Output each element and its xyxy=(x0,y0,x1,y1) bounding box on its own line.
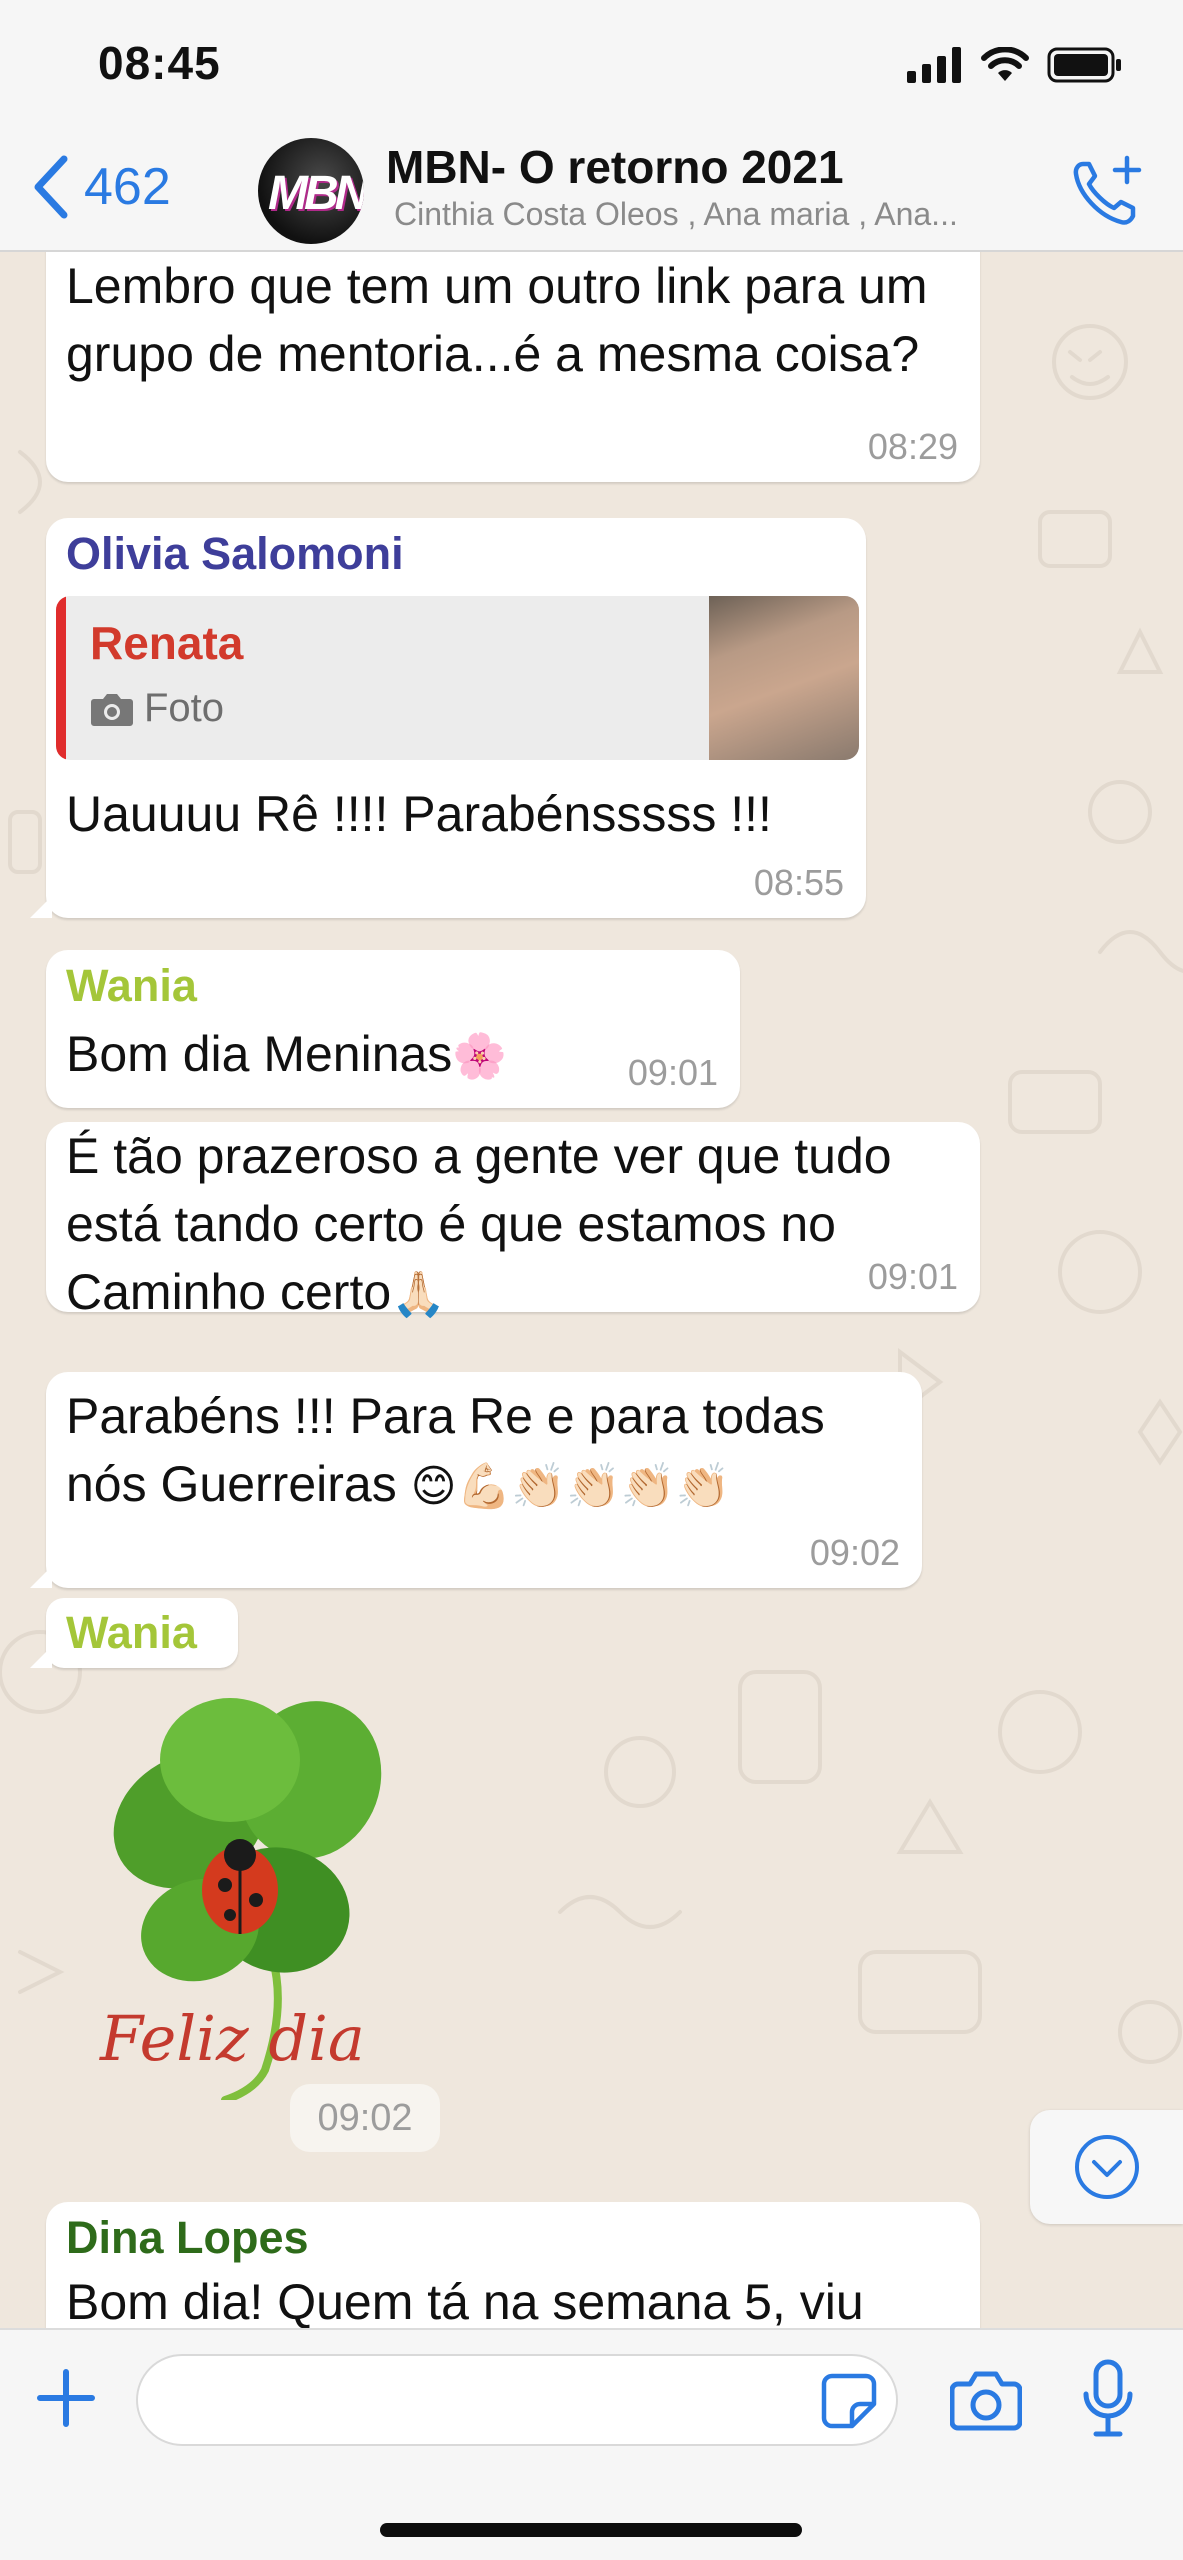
clock: 08:45 xyxy=(98,37,221,89)
unread-count: 462 xyxy=(84,158,171,216)
message-line: está tando certo é que estamos no xyxy=(66,1196,836,1252)
message-text-content: Bom dia Meninas xyxy=(66,1026,453,1082)
avatar-logo-text: MBN xyxy=(268,167,364,220)
praying-hands-emoji: 🙏🏻 xyxy=(391,1269,446,1320)
message-text: Parabéns !!! Para Re e para todas nós Gu… xyxy=(66,1382,825,1521)
message-time: 08:29 xyxy=(867,426,958,467)
message-line: nós Guerreiras xyxy=(66,1456,411,1512)
message-line: É tão prazeroso a gente ver que tudo xyxy=(66,1128,892,1184)
plus-icon[interactable] xyxy=(34,2366,98,2430)
back-button[interactable]: 462 xyxy=(30,152,171,222)
sticker-icon[interactable] xyxy=(818,2370,880,2432)
message-bubble[interactable]: Dina Lopes Bom dia! Quem tá na semana 5,… xyxy=(46,2202,980,2328)
message-line: Caminho certo xyxy=(66,1264,392,1320)
message-text: Lembro que tem um outro link para um gru… xyxy=(66,258,928,382)
message-text: Bom dia! Quem tá na semana 5, viu xyxy=(66,2274,864,2328)
quoted-type: Foto xyxy=(90,686,224,731)
microphone-icon[interactable] xyxy=(1080,2358,1136,2438)
composer-bar xyxy=(0,2328,1183,2560)
message-bubble[interactable]: Wania Bom dia Meninas🌸 09:01 xyxy=(46,950,740,1108)
cellular-signal-icon xyxy=(907,47,961,83)
message-time: 09:01 xyxy=(627,1052,718,1093)
message-list[interactable]: Lembro que tem um outro link para um gru… xyxy=(0,252,1183,2328)
status-icons xyxy=(907,40,1123,90)
group-avatar[interactable]: MBN xyxy=(258,138,364,244)
smile-clap-emoji-sequence: 😊💪🏻👏🏻👏🏻👏🏻👏🏻 xyxy=(410,1461,731,1512)
message-line: Parabéns !!! Para Re e para todas xyxy=(66,1388,825,1444)
camera-icon[interactable] xyxy=(950,2368,1022,2432)
message-time: 09:01 xyxy=(867,1256,958,1297)
chat-participants[interactable]: Cinthia Costa Oleos , Ana maria , Ana... xyxy=(394,196,958,233)
add-call-icon[interactable] xyxy=(1069,154,1145,230)
sticker-time: 09:02 xyxy=(290,2084,440,2152)
message-input[interactable] xyxy=(136,2354,898,2446)
home-indicator[interactable] xyxy=(380,2523,802,2537)
sender-name[interactable]: Wania xyxy=(66,956,197,1016)
bubble-tail xyxy=(30,896,52,918)
status-bar: 08:45 xyxy=(0,0,1183,130)
message-text: Bom dia Meninas🌸 xyxy=(66,1020,507,1091)
four-leaf-clover-sticker[interactable]: Feliz dia xyxy=(80,1680,410,2100)
quoted-sender-name: Renata xyxy=(90,617,244,669)
message-time: 09:02 xyxy=(809,1532,900,1573)
chat-header: 462 MBN MBN- O retorno 2021 Cinthia Cost… xyxy=(0,130,1183,252)
quoted-message[interactable]: Renata Foto xyxy=(56,596,859,760)
sender-name[interactable]: Dina Lopes xyxy=(66,2208,309,2268)
chevron-left-icon xyxy=(34,155,68,219)
wifi-icon xyxy=(981,47,1029,81)
message-time: 08:55 xyxy=(753,862,844,903)
quoted-photo-thumbnail xyxy=(709,596,859,760)
quote-accent-bar xyxy=(56,596,66,760)
bubble-tail xyxy=(30,1566,52,1588)
message-text: Uauuuu Rê !!!! Parabénsssss !!! xyxy=(66,786,772,842)
sender-name[interactable]: Olivia Salomoni xyxy=(66,524,404,584)
chat-title[interactable]: MBN- O retorno 2021 xyxy=(386,140,844,194)
message-bubble[interactable]: É tão prazeroso a gente ver que tudo est… xyxy=(46,1122,980,1320)
chevron-down-circle-icon xyxy=(1074,2135,1139,2199)
message-text: É tão prazeroso a gente ver que tudo est… xyxy=(66,1122,892,1329)
message-bubble[interactable]: Olivia Salomoni Renata Foto Uauuuu Rê !!… xyxy=(30,518,866,918)
sticker-caption: Feliz dia xyxy=(99,2002,365,2075)
bubble-tail xyxy=(30,1646,52,1668)
message-bubble[interactable]: Lembro que tem um outro link para um gru… xyxy=(46,252,980,482)
sender-name: Wania xyxy=(66,1607,197,1658)
sticker-sender-tag[interactable]: Wania xyxy=(30,1598,238,1668)
camera-icon xyxy=(91,693,133,726)
battery-icon xyxy=(1047,47,1121,83)
message-bubble[interactable]: Parabéns !!! Para Re e para todas nós Gu… xyxy=(30,1372,922,1588)
quoted-type-label: Foto xyxy=(144,686,225,730)
cherry-blossom-emoji: 🌸 xyxy=(452,1031,508,1082)
scroll-to-bottom-button[interactable] xyxy=(1030,2110,1183,2224)
